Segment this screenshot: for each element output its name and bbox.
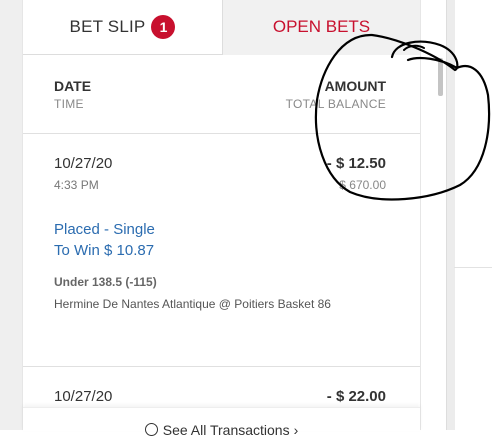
event-name: Hermine De Nantes Atlantique @ Poitiers … bbox=[54, 297, 331, 311]
right-divider-strip bbox=[446, 0, 455, 430]
chevron-right-icon: › bbox=[293, 422, 299, 438]
left-backdrop bbox=[0, 0, 22, 430]
transaction-date: 10/27/20 bbox=[54, 388, 113, 405]
transaction-row[interactable]: 10/27/20 4:33 PM - $ 12.50 $ 670.00 Plac… bbox=[23, 134, 420, 367]
bet-type-link[interactable]: Placed - Single bbox=[54, 221, 155, 238]
header-time: TIME bbox=[54, 97, 84, 111]
transaction-amount: - $ 22.00 bbox=[326, 388, 386, 405]
to-win-amount: To Win $ 10.87 bbox=[54, 242, 155, 259]
header-amount: AMOUNT bbox=[324, 78, 386, 94]
tab-open-bets-label: OPEN BETS bbox=[272, 17, 371, 36]
tab-bet-slip-label: BET SLIP bbox=[69, 17, 146, 36]
bet-panel: BET SLIP 1 OPEN BETS DATE TIME AMOUNT TO… bbox=[22, 0, 443, 438]
tab-bar: BET SLIP 1 OPEN BETS bbox=[23, 0, 420, 55]
tab-open-bets[interactable]: OPEN BETS bbox=[223, 0, 420, 54]
tab-bet-slip[interactable]: BET SLIP 1 bbox=[23, 0, 223, 55]
header-total-balance: TOTAL BALANCE bbox=[285, 97, 386, 111]
transaction-balance: $ 670.00 bbox=[339, 178, 386, 192]
transaction-row[interactable]: 10/27/20 - $ 22.00 bbox=[23, 367, 420, 407]
bet-count-badge: 1 bbox=[151, 15, 176, 39]
footer-bar: See All Transactions › bbox=[23, 407, 420, 438]
transaction-amount: - $ 12.50 bbox=[326, 155, 386, 172]
transaction-date: 10/27/20 bbox=[54, 155, 113, 172]
see-all-label: See All Transactions bbox=[162, 422, 290, 438]
right-divider-line bbox=[454, 267, 492, 268]
column-header: DATE TIME AMOUNT TOTAL BALANCE bbox=[23, 56, 420, 134]
transaction-time: 4:33 PM bbox=[54, 178, 99, 192]
bet-selection: Under 138.5 (-115) bbox=[54, 275, 157, 289]
header-date: DATE bbox=[54, 78, 92, 94]
see-all-transactions-link[interactable]: See All Transactions › bbox=[23, 422, 420, 438]
scrollbar-thumb[interactable] bbox=[438, 58, 443, 96]
